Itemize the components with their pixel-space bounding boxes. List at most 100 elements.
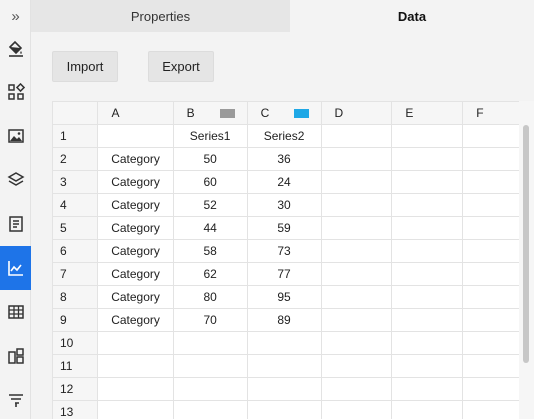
tab-data[interactable]: Data [290, 0, 534, 32]
cell-d[interactable] [320, 331, 393, 355]
cell-e[interactable] [391, 308, 464, 332]
chart-icon[interactable] [0, 246, 31, 290]
cell-a[interactable]: Category [97, 147, 174, 171]
cell-b[interactable] [172, 377, 248, 401]
cell-a[interactable]: Category [97, 239, 174, 263]
cell-d[interactable] [320, 354, 393, 378]
cell-c[interactable]: 36 [246, 147, 322, 171]
cell-e[interactable] [391, 331, 464, 355]
cell-b[interactable]: 52 [172, 193, 248, 217]
cell-d[interactable] [320, 239, 393, 263]
row-header[interactable]: 2 [52, 147, 99, 171]
vertical-scroll-track[interactable] [519, 101, 534, 419]
cell-e[interactable] [391, 170, 464, 194]
cell-c[interactable] [246, 354, 322, 378]
cell-d[interactable] [320, 308, 393, 332]
cell-c[interactable]: 59 [246, 216, 322, 240]
cell-c[interactable] [246, 331, 322, 355]
layers-icon[interactable] [0, 158, 31, 202]
cell-c[interactable] [246, 400, 322, 419]
cell-d[interactable] [320, 400, 393, 419]
series2-color-swatch[interactable] [293, 109, 309, 118]
row-header[interactable]: 10 [52, 331, 99, 355]
cell-d[interactable] [320, 193, 393, 217]
row-header[interactable]: 11 [52, 354, 99, 378]
layout-grid-icon[interactable] [0, 70, 31, 114]
row-header[interactable]: 3 [52, 170, 99, 194]
cell-a[interactable]: Category [97, 262, 174, 286]
row-header[interactable]: 9 [52, 308, 99, 332]
row-header[interactable]: 5 [52, 216, 99, 240]
cell-a[interactable]: Category [97, 170, 174, 194]
cell-b[interactable]: Series1 [172, 124, 248, 148]
cell-e[interactable] [391, 147, 464, 171]
column-header-d[interactable]: D [320, 101, 393, 125]
cell-e[interactable] [391, 285, 464, 309]
series1-color-swatch[interactable] [219, 109, 235, 118]
cell-a[interactable] [97, 354, 174, 378]
cell-b[interactable]: 58 [172, 239, 248, 263]
cell-c[interactable] [246, 377, 322, 401]
cell-d[interactable] [320, 170, 393, 194]
row-header[interactable]: 1 [52, 124, 99, 148]
cell-e[interactable] [391, 377, 464, 401]
cell-a[interactable] [97, 377, 174, 401]
row-header[interactable]: 4 [52, 193, 99, 217]
cell-d[interactable] [320, 377, 393, 401]
cell-a[interactable]: Category [97, 193, 174, 217]
cell-b[interactable]: 62 [172, 262, 248, 286]
cell-c[interactable]: 30 [246, 193, 322, 217]
fill-bucket-icon[interactable] [0, 26, 31, 70]
cell-b[interactable]: 80 [172, 285, 248, 309]
cell-d[interactable] [320, 216, 393, 240]
table-icon[interactable] [0, 290, 31, 334]
cell-e[interactable] [391, 124, 464, 148]
cell-e[interactable] [391, 193, 464, 217]
cell-a[interactable] [97, 124, 174, 148]
document-list-icon[interactable] [0, 202, 31, 246]
tab-properties[interactable]: Properties [31, 0, 290, 32]
cell-e[interactable] [391, 400, 464, 419]
cell-b[interactable] [172, 400, 248, 419]
cell-c[interactable]: 73 [246, 239, 322, 263]
column-header-a[interactable]: A [97, 101, 174, 125]
row-header[interactable]: 8 [52, 285, 99, 309]
column-header-c[interactable]: C [246, 101, 322, 125]
cell-e[interactable] [391, 216, 464, 240]
column-header-b[interactable]: B [172, 101, 248, 125]
cell-d[interactable] [320, 124, 393, 148]
cell-a[interactable] [97, 331, 174, 355]
cell-a[interactable]: Category [97, 308, 174, 332]
cell-b[interactable]: 50 [172, 147, 248, 171]
cell-c[interactable]: 24 [246, 170, 322, 194]
cell-b[interactable] [172, 354, 248, 378]
cell-c[interactable]: 95 [246, 285, 322, 309]
cell-b[interactable]: 70 [172, 308, 248, 332]
vertical-scrollbar-thumb[interactable] [523, 125, 529, 363]
cell-c[interactable]: 89 [246, 308, 322, 332]
timeline-icon[interactable] [0, 378, 31, 419]
cell-d[interactable] [320, 262, 393, 286]
cell-e[interactable] [391, 262, 464, 286]
cell-e[interactable] [391, 239, 464, 263]
org-chart-icon[interactable] [0, 334, 31, 378]
cell-a[interactable]: Category [97, 216, 174, 240]
cell-b[interactable] [172, 331, 248, 355]
export-button[interactable]: Export [148, 51, 214, 82]
row-header[interactable]: 6 [52, 239, 99, 263]
column-header-e[interactable]: E [391, 101, 464, 125]
row-header[interactable]: 7 [52, 262, 99, 286]
cell-b[interactable]: 44 [172, 216, 248, 240]
row-header[interactable]: 13 [52, 400, 99, 419]
cell-e[interactable] [391, 354, 464, 378]
cell-a[interactable] [97, 400, 174, 419]
cell-c[interactable]: 77 [246, 262, 322, 286]
cell-c[interactable]: Series2 [246, 124, 322, 148]
import-button[interactable]: Import [52, 51, 118, 82]
cell-d[interactable] [320, 285, 393, 309]
image-icon[interactable] [0, 114, 31, 158]
row-header[interactable]: 12 [52, 377, 99, 401]
cell-a[interactable]: Category [97, 285, 174, 309]
cell-b[interactable]: 60 [172, 170, 248, 194]
cell-d[interactable] [320, 147, 393, 171]
